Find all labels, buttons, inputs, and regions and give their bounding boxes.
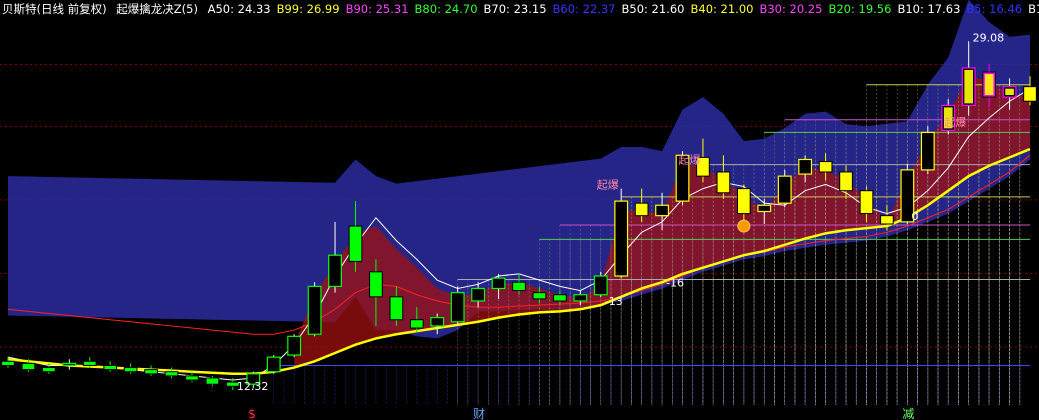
stat-b20: B20: 19.56 bbox=[828, 2, 892, 16]
price-label-3: -16 bbox=[666, 276, 684, 289]
indicator-stats: A50: 24.33 B99: 26.99 B90: 25.31 B80: 24.70… bbox=[208, 2, 1039, 16]
candle-body bbox=[655, 204, 670, 217]
candle-body bbox=[389, 296, 404, 321]
candle-body bbox=[757, 204, 772, 213]
candle-body bbox=[348, 225, 363, 262]
stat-a50: A50: 24.33 bbox=[207, 2, 271, 16]
stat-b99: B99: 26.99 bbox=[276, 2, 340, 16]
candle-body bbox=[144, 369, 158, 375]
kline-svg[interactable]: 29.0812.32-13-160起爆起爆起爆$ 财减 bbox=[0, 0, 1039, 420]
candle-body bbox=[614, 200, 629, 277]
signal-label-0: 起爆 bbox=[597, 178, 619, 192]
candle-body bbox=[205, 377, 220, 385]
bottom-marker-1: 财 bbox=[473, 407, 485, 420]
stat-b50: B50: 21.60 bbox=[621, 2, 685, 16]
kline-chart[interactable]: 29.08 12.32 -13 -16 0 起爆 起爆 起爆 $ 财减 bbox=[0, 0, 1039, 420]
stat-b70: B70: 23.15 bbox=[483, 2, 547, 16]
candle-body bbox=[164, 371, 179, 377]
candle-body bbox=[593, 275, 608, 296]
candle-body bbox=[839, 171, 853, 192]
stat-b1: B1: 13.50 bbox=[1028, 2, 1039, 16]
candle-body bbox=[573, 294, 588, 302]
stat-b40: B40: 21.00 bbox=[690, 2, 754, 16]
candle-body bbox=[266, 356, 281, 373]
candle-body bbox=[123, 367, 138, 373]
indicator-header: 贝斯特(日线 前复权) 起爆擒龙决Z(5) A50: 24.33 B99: 26.… bbox=[2, 1, 1039, 17]
candle-body bbox=[818, 161, 833, 173]
candle-body bbox=[328, 254, 342, 288]
signal-label-2: 起爆 bbox=[944, 115, 966, 129]
candle-body bbox=[307, 285, 322, 335]
bottom-marker-0: $ bbox=[248, 407, 256, 420]
bottom-marker-2: 减 bbox=[902, 407, 914, 420]
stock-title: 贝斯特(日线 前复权) bbox=[2, 2, 107, 16]
stat-b60: B60: 22.37 bbox=[552, 2, 616, 16]
candle-body bbox=[880, 215, 894, 225]
candle-inner bbox=[984, 74, 994, 96]
signal-label-1: 起爆 bbox=[679, 153, 701, 167]
candle-body bbox=[103, 364, 118, 371]
candle-body bbox=[532, 292, 547, 300]
candle-body bbox=[471, 287, 486, 302]
candle-body bbox=[450, 292, 465, 323]
candle-body bbox=[21, 362, 36, 371]
candle-body bbox=[1023, 86, 1037, 102]
stat-b5: B5: 16.46 bbox=[966, 2, 1023, 16]
price-label-1: 12.32 bbox=[237, 380, 269, 393]
candle-body bbox=[42, 367, 56, 373]
buy-signal-icon bbox=[737, 219, 751, 233]
candle-body bbox=[430, 317, 445, 327]
candle-body bbox=[185, 375, 199, 381]
candle-body bbox=[491, 277, 506, 290]
candle-body bbox=[798, 158, 813, 175]
price-label-4: 0 bbox=[911, 210, 918, 223]
price-label-0: 29.08 bbox=[973, 31, 1005, 44]
candle-inner bbox=[964, 69, 974, 104]
candle-body bbox=[369, 271, 383, 298]
indicator-title: 起爆擒龙决Z(5) bbox=[116, 2, 198, 16]
candle-body bbox=[512, 281, 526, 292]
candle-body bbox=[859, 190, 874, 215]
stat-b30: B30: 20.25 bbox=[759, 2, 823, 16]
candle-body bbox=[82, 360, 97, 366]
candle-body bbox=[737, 188, 751, 215]
candle-body bbox=[62, 362, 77, 367]
candle-body bbox=[287, 335, 302, 356]
price-label-2: -13 bbox=[605, 295, 623, 308]
candle-body bbox=[716, 171, 731, 194]
candle-inner bbox=[1005, 88, 1014, 96]
candle-body bbox=[409, 319, 424, 329]
candle-body bbox=[1, 360, 15, 366]
candle-body bbox=[920, 131, 935, 171]
stat-b10: B10: 17.63 bbox=[897, 2, 961, 16]
candle-body bbox=[634, 202, 649, 217]
candle-body bbox=[777, 175, 792, 204]
candle-body bbox=[553, 294, 567, 302]
stat-b80: B80: 24.70 bbox=[414, 2, 478, 16]
stat-b90: B90: 25.31 bbox=[345, 2, 409, 16]
